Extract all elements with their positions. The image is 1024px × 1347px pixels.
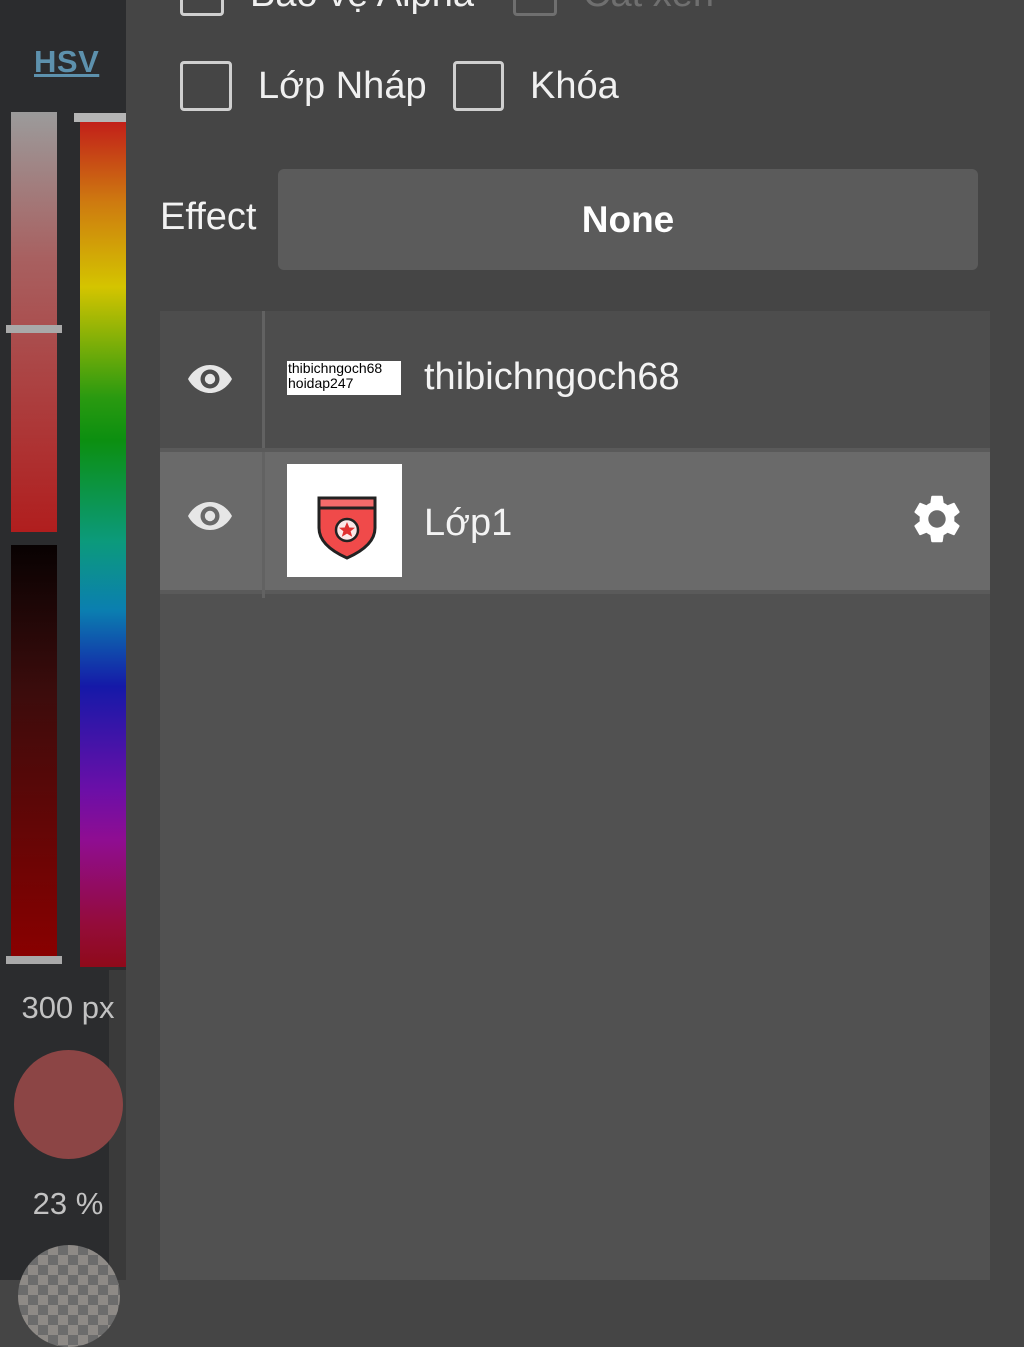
checkbox-label: Bảo vệ Alpha: [250, 0, 474, 16]
thumbnail-text: hoidap247: [288, 375, 354, 391]
alpha-protect-checkbox[interactable]: Bảo vệ Alpha: [180, 0, 474, 16]
draft-layer-checkbox[interactable]: Lớp Nháp: [180, 61, 427, 111]
effect-dropdown[interactable]: None: [278, 169, 978, 270]
saturation-slider[interactable]: [11, 112, 57, 532]
color-mode-toggle[interactable]: HSV: [34, 44, 99, 80]
hue-slider[interactable]: [80, 117, 126, 967]
layer-thumbnail[interactable]: thibichngoch68 hoidap247: [287, 361, 401, 395]
checkbox-box[interactable]: [180, 0, 224, 16]
gear-icon[interactable]: [908, 490, 966, 548]
thumbnail-text: thibichngoch68: [288, 361, 383, 376]
clipping-checkbox[interactable]: Cắt xén: [513, 0, 714, 16]
alpha-swatch[interactable]: [18, 1245, 120, 1347]
hue-slider-handle[interactable]: [74, 113, 126, 122]
row-divider: [262, 452, 265, 598]
lock-checkbox[interactable]: Khóa: [453, 61, 619, 111]
value-slider[interactable]: [11, 545, 57, 960]
layer-thumbnail[interactable]: [287, 464, 402, 577]
layer-row-selected[interactable]: Lớp1: [160, 448, 990, 598]
layer-row[interactable]: thibichngoch68 hoidap247 thibichngoch68: [160, 311, 990, 448]
layer-list: thibichngoch68 hoidap247 thibichngoch68 …: [160, 311, 990, 1280]
checkbox-box[interactable]: [180, 61, 232, 111]
eye-icon[interactable]: [186, 499, 234, 533]
layer-name: Lớp1: [424, 502, 513, 544]
red-pocket-badge-icon: [317, 496, 377, 560]
layer-name: thibichngoch68: [424, 356, 680, 398]
row-divider: [262, 311, 265, 448]
checkbox-box[interactable]: [453, 61, 504, 111]
value-slider-handle[interactable]: [6, 956, 62, 964]
checkbox-box[interactable]: [513, 0, 557, 16]
saturation-slider-handle[interactable]: [6, 325, 62, 333]
brush-size-readout[interactable]: 300 px: [0, 990, 136, 1026]
effect-label: Effect: [160, 196, 257, 238]
checkbox-label: Khóa: [530, 64, 619, 107]
checkbox-label: Cắt xén: [583, 0, 714, 16]
eye-icon[interactable]: [186, 362, 234, 396]
current-color-swatch[interactable]: [14, 1050, 123, 1159]
checkbox-label: Lớp Nháp: [258, 64, 427, 107]
opacity-readout[interactable]: 23 %: [0, 1186, 136, 1222]
